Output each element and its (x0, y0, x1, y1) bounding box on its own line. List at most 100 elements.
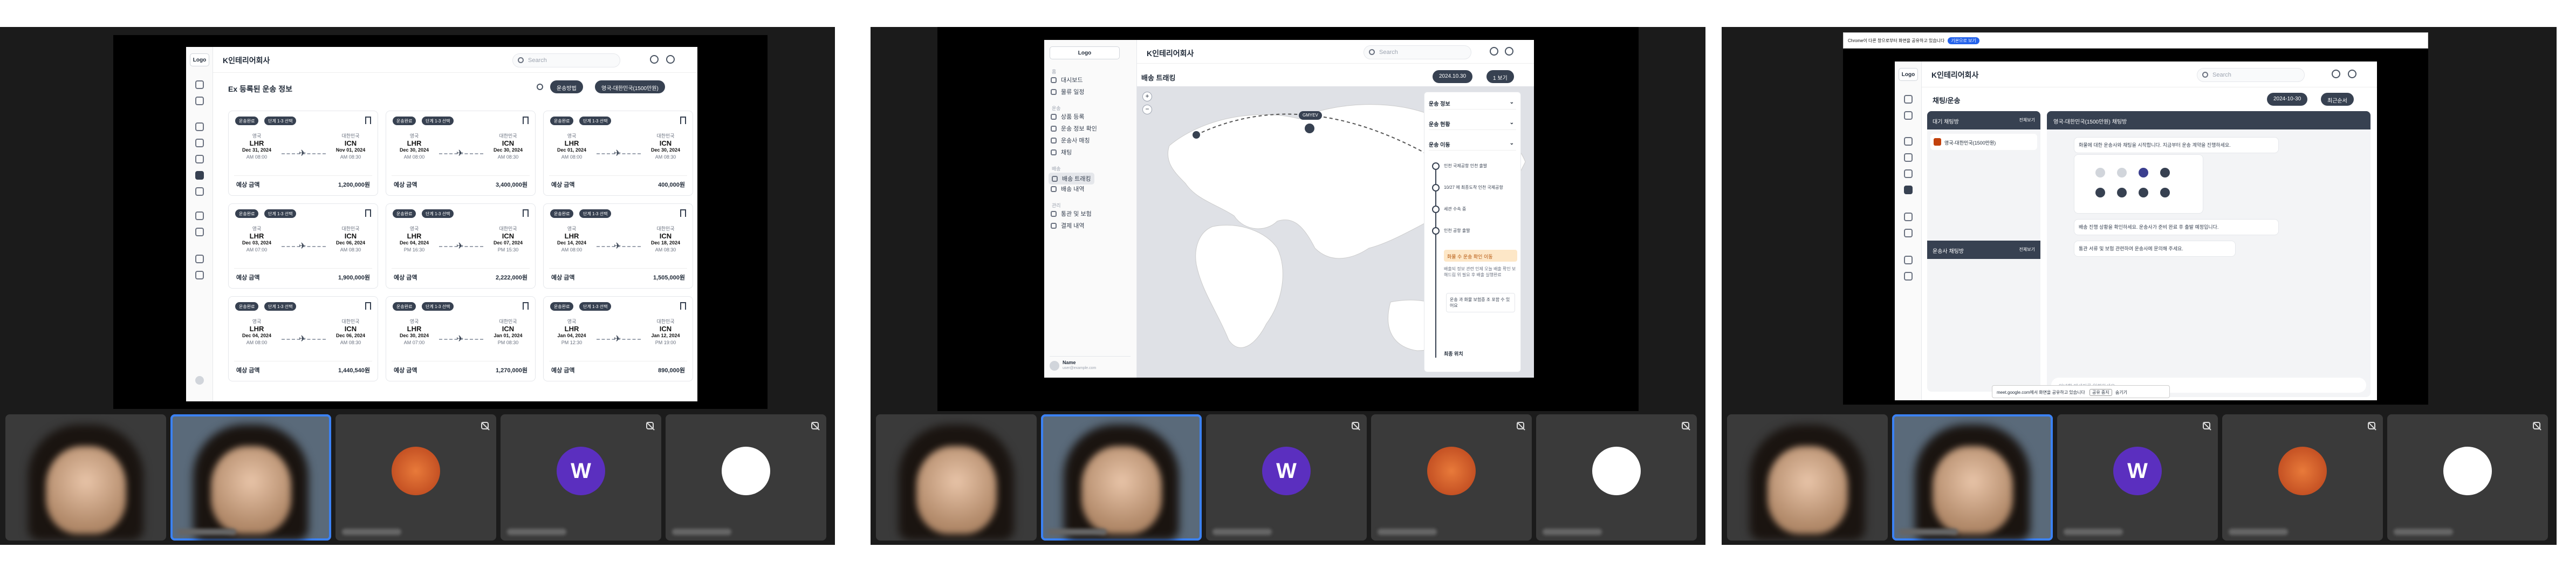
hide-prompt-button[interactable]: 숨기기 (2113, 390, 2129, 395)
participant-tile[interactable] (2387, 414, 2548, 541)
participant-tile[interactable] (335, 414, 496, 541)
bookmark-icon[interactable] (523, 209, 529, 217)
sidebar-item[interactable]: 상품 등록 (1051, 112, 1085, 121)
bell-icon[interactable] (650, 55, 659, 64)
date-selector[interactable]: 2024-10-30 (2267, 93, 2308, 106)
share-notice-button[interactable]: 기본으로 보기 (1948, 37, 1979, 44)
user-profile[interactable]: Name user@example.com (1050, 356, 1131, 373)
participant-tile[interactable]: W (2057, 414, 2218, 541)
participant-tile[interactable] (876, 414, 1037, 541)
payment-icon[interactable] (195, 271, 204, 279)
chat-icon[interactable] (1904, 186, 1913, 194)
calendar-icon[interactable] (195, 97, 204, 105)
view-selector[interactable]: 1 보기 (1486, 70, 1514, 83)
participant-tile[interactable] (2222, 414, 2383, 541)
history-icon[interactable] (1904, 229, 1913, 237)
insurance-icon[interactable] (1904, 256, 1913, 264)
sidebar-item[interactable]: 배송 트래킹 (1049, 173, 1094, 184)
bookmark-icon[interactable] (680, 117, 686, 124)
gear-icon[interactable] (2348, 70, 2356, 78)
shipment-card[interactable]: 운송완료 단계 1-3 선택 영국 LHR Dec 30, 2024 AM 07:00 ✈ 대… (386, 296, 536, 381)
current-location-marker[interactable] (1305, 124, 1314, 133)
accordion-header[interactable]: 운송 현황 ⌄ (1429, 116, 1516, 130)
view-all-link[interactable]: 전체보기 (2019, 117, 2035, 123)
map-area[interactable]: GMYEV + − 운송 정보 ⌄ 운송 현황 ⌄ 운송 이동 ⌄ 인천 국제공항 인천 출… (1137, 86, 1534, 378)
origin-marker[interactable] (1193, 131, 1200, 139)
shipment-card[interactable]: 운송완료 단계 1-3 선택 영국 LHR Dec 30, 2024 AM 08:00 ✈ 대… (386, 111, 536, 196)
refresh-icon[interactable] (537, 84, 543, 90)
sidebar-item[interactable]: 대시보드 (1051, 76, 1083, 84)
bookmark-icon[interactable] (523, 117, 529, 124)
participant-tile[interactable] (1371, 414, 1532, 541)
sidebar-item[interactable]: 운송 정보 확인 (1051, 124, 1097, 133)
sidebar-item[interactable]: 결제 내역 (1051, 221, 1085, 230)
sidebar-item[interactable]: 통관 및 보험 (1051, 209, 1092, 218)
participant-tile[interactable] (1536, 414, 1697, 541)
participant-tile-speaking[interactable] (1892, 414, 2053, 541)
bookmark-icon[interactable] (680, 209, 686, 217)
company-name[interactable]: K인테리어회사 (1147, 48, 1194, 59)
truck-icon[interactable] (195, 155, 204, 163)
company-name[interactable]: K인테리어회사 (223, 55, 270, 66)
bookmark-icon[interactable] (365, 209, 371, 217)
sort-selector[interactable]: 최근순서 (2321, 93, 2354, 106)
shipment-card[interactable]: 운송완료 단계 1-3 선택 영국 LHR Dec 03, 2024 AM 07:00 ✈ 대… (228, 203, 378, 289)
stop-sharing-button[interactable]: 공유 중지 (2089, 389, 2112, 396)
zoom-in-button[interactable]: + (1142, 92, 1152, 101)
participant-tile-speaking[interactable] (1041, 414, 1202, 541)
tracking-icon[interactable] (1904, 213, 1913, 221)
chat-icon[interactable] (195, 187, 204, 196)
shipment-card[interactable]: 운송완료 단계 1-3 선택 영국 LHR Dec 01, 2024 AM 08:00 ✈ 대… (543, 111, 693, 196)
bookmark-icon[interactable] (523, 302, 529, 310)
participant-tile[interactable]: W (501, 414, 661, 541)
zoom-out-button[interactable]: − (1142, 105, 1152, 114)
search-input[interactable]: Search (512, 53, 620, 67)
app-logo[interactable]: Logo (190, 53, 209, 66)
filter-route-dropdown[interactable]: 영국-대한민국(1500만원) (595, 80, 665, 93)
bell-icon[interactable] (1490, 47, 1498, 56)
dashboard-icon[interactable] (195, 80, 204, 89)
company-name[interactable]: K인테리어회사 (1931, 70, 1978, 80)
bookmark-icon[interactable] (680, 302, 686, 310)
participant-tile[interactable] (5, 414, 166, 541)
participant-tile[interactable] (666, 414, 826, 541)
accordion-header[interactable]: 운송 정보 ⌄ (1429, 95, 1516, 110)
participant-tile-speaking[interactable] (170, 414, 331, 541)
shipment-card[interactable]: 운송완료 단계 1-3 선택 영국 LHR Dec 14, 2024 AM 08:00 ✈ 대… (543, 203, 693, 289)
shipment-card[interactable]: 운송완료 단계 1-3 선택 영국 LHR Dec 31, 2024 AM 08:00 ✈ 대… (228, 111, 378, 196)
user-avatar-icon[interactable] (195, 376, 204, 385)
app-logo[interactable]: Logo (1899, 68, 1918, 81)
sidebar-item[interactable]: 채팅 (1051, 148, 1072, 156)
insurance-icon[interactable] (195, 255, 204, 263)
participant-tile[interactable]: W (1206, 414, 1367, 541)
sidebar-item[interactable]: 배송 내역 (1051, 184, 1085, 193)
tracking-icon[interactable] (195, 211, 204, 220)
bookmark-icon[interactable] (365, 302, 371, 310)
dashboard-icon[interactable] (1904, 95, 1913, 104)
box-icon[interactable] (195, 122, 204, 131)
payment-icon[interactable] (1904, 272, 1913, 281)
gear-icon[interactable] (1505, 47, 1513, 56)
history-icon[interactable] (195, 228, 204, 236)
highlight-step[interactable]: 화물 수 운송 확인 이동 (1444, 250, 1517, 262)
truck-icon[interactable] (1904, 169, 1913, 178)
search-input[interactable]: Search (2197, 68, 2305, 82)
participant-tile[interactable] (1727, 414, 1888, 541)
box-icon[interactable] (1904, 137, 1913, 146)
gear-icon[interactable] (666, 55, 675, 64)
shipment-card[interactable]: 운송완료 단계 1-3 선택 영국 LHR Dec 04, 2024 PM 16:30 ✈ 대… (386, 203, 536, 289)
shipment-icon[interactable] (195, 171, 204, 180)
sidebar-item[interactable]: 물류 일정 (1051, 87, 1085, 96)
bookmark-icon[interactable] (365, 117, 371, 124)
sidebar-item[interactable]: 운송사 매칭 (1051, 136, 1090, 145)
document-icon[interactable] (195, 139, 204, 147)
search-input[interactable]: Search (1364, 45, 1471, 59)
date-selector[interactable]: 2024.10.30 (1433, 70, 1473, 83)
bell-icon[interactable] (2332, 70, 2340, 78)
chat-list-item[interactable]: 영국-대한민국(1500만원) (1930, 134, 2037, 150)
document-icon[interactable] (1904, 153, 1913, 162)
app-logo[interactable]: Logo (1050, 46, 1120, 59)
view-all-link[interactable]: 전체보기 (2019, 247, 2035, 252)
accordion-header[interactable]: 운송 이동 ⌄ (1429, 136, 1516, 151)
shipment-card[interactable]: 운송완료 단계 1-3 선택 영국 LHR Jan 04, 2024 PM 12:30 ✈ 대… (543, 296, 693, 381)
